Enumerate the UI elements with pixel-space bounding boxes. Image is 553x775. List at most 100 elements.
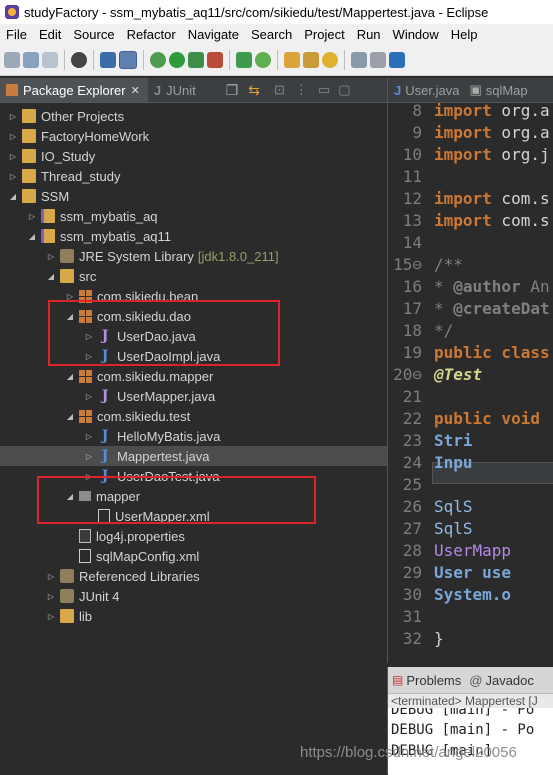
- code-line: public class: [434, 343, 550, 362]
- pin-editor-icon[interactable]: [389, 51, 405, 68]
- tree-item[interactable]: ▷ lib: [0, 606, 387, 626]
- skip-breakpoints-icon[interactable]: [119, 50, 137, 69]
- collapsed-arrow-icon[interactable]: ▷: [27, 211, 37, 221]
- tree-item[interactable]: ▷ ssm_mybatis_aq: [0, 206, 387, 226]
- tab-user-java[interactable]: J User.java: [388, 83, 463, 98]
- tree-item[interactable]: log4j.properties: [0, 526, 387, 546]
- expanded-arrow-icon[interactable]: ◢: [65, 411, 75, 421]
- tree-item[interactable]: ◢ com.sikiedu.mapper: [0, 366, 387, 386]
- new-icon[interactable]: [4, 51, 20, 68]
- collapsed-arrow-icon[interactable]: ▷: [46, 611, 56, 621]
- collapsed-arrow-icon[interactable]: ▷: [84, 431, 94, 441]
- collapsed-arrow-icon[interactable]: ▷: [8, 111, 18, 121]
- tree-item[interactable]: ▷ JUnit 4: [0, 586, 387, 606]
- maximize-icon[interactable]: ▢: [338, 82, 350, 98]
- tab-javadoc[interactable]: @ Javadoc: [465, 673, 538, 688]
- java-file-icon: J: [101, 448, 109, 464]
- code-line: @Test: [434, 365, 483, 384]
- code-line: Stri: [434, 431, 473, 450]
- code-line: SqlS: [434, 497, 473, 516]
- collapsed-arrow-icon[interactable]: ▷: [84, 451, 94, 461]
- close-icon[interactable]: ✕: [131, 84, 140, 97]
- view-menu-icon[interactable]: ⋮: [295, 82, 308, 98]
- menu-file[interactable]: File: [6, 27, 27, 42]
- annotation-icon[interactable]: [351, 51, 367, 68]
- tab-problems[interactable]: ▤ Problems: [388, 673, 465, 688]
- collapsed-arrow-icon[interactable]: ▷: [46, 251, 56, 261]
- tree-item[interactable]: ▷ Thread_study: [0, 166, 387, 186]
- coverage-icon[interactable]: [188, 51, 204, 68]
- new-class-icon[interactable]: [255, 51, 271, 68]
- package-explorer-view: Package Explorer ✕ J JUnit ❐ ⇆ ⊡ ⋮ ▭ ▢ ▷…: [0, 78, 387, 774]
- tab-junit[interactable]: J JUnit: [148, 78, 204, 102]
- collapsed-arrow-icon[interactable]: ▷: [46, 591, 56, 601]
- toggle-mark-icon[interactable]: [370, 51, 386, 68]
- java-file-icon: J: [101, 428, 109, 444]
- expanded-arrow-icon[interactable]: ◢: [8, 191, 18, 201]
- tree-item[interactable]: ◢ SSM: [0, 186, 387, 206]
- interface-file-icon: J: [101, 388, 109, 404]
- console-output[interactable]: DEBUG [main] - Po DEBUG [main] - Po DEBU…: [388, 708, 553, 775]
- tree-item[interactable]: ◢ com.sikiedu.test: [0, 406, 387, 426]
- tab-sqlmap-label: sqlMap: [485, 82, 528, 98]
- tree-item[interactable]: sqlMapConfig.xml: [0, 546, 387, 566]
- tree-item[interactable]: ▷ IO_Study: [0, 146, 387, 166]
- debug-icon[interactable]: [150, 51, 166, 68]
- save-icon[interactable]: [23, 51, 39, 68]
- search-icon[interactable]: [322, 51, 338, 68]
- line-number: 26: [402, 497, 422, 516]
- external-tools-icon[interactable]: [207, 51, 223, 68]
- tab-package-explorer[interactable]: Package Explorer ✕: [0, 78, 148, 102]
- tree-item[interactable]: ▷ Referenced Libraries: [0, 566, 387, 586]
- tab-javadoc-label: Javadoc: [485, 672, 534, 688]
- open-task-icon[interactable]: [303, 51, 319, 68]
- expanded-arrow-icon[interactable]: ◢: [46, 271, 56, 281]
- new-java-project-icon[interactable]: [236, 51, 252, 68]
- link-with-editor-icon[interactable]: ⇆: [248, 82, 260, 99]
- expanded-arrow-icon[interactable]: ◢: [27, 231, 37, 241]
- tree-item[interactable]: ▷ Other Projects: [0, 106, 387, 126]
- menu-project[interactable]: Project: [304, 27, 344, 42]
- collapse-all-icon[interactable]: ❐: [226, 82, 239, 99]
- console-status: <terminated> Mappertest [J: [388, 694, 553, 708]
- tab-sqlmap[interactable]: ▣ sqlMap: [463, 82, 531, 98]
- tree-item[interactable]: ◢ src: [0, 266, 387, 286]
- run-icon[interactable]: [169, 51, 185, 68]
- profile-icon[interactable]: [71, 51, 87, 68]
- minimize-icon[interactable]: ▭: [318, 82, 330, 98]
- menu-navigate[interactable]: Navigate: [188, 27, 239, 42]
- menu-search[interactable]: Search: [251, 27, 292, 42]
- expanded-arrow-icon[interactable]: ◢: [65, 371, 75, 381]
- focus-icon[interactable]: ⊡: [274, 82, 285, 98]
- code-line: */: [434, 321, 454, 340]
- junit-icon: J: [153, 82, 162, 98]
- tree-item[interactable]: ▷ FactoryHomeWork: [0, 126, 387, 146]
- code-line: Inpu: [434, 453, 473, 472]
- tree-item[interactable]: ▷ J HelloMyBatis.java: [0, 426, 387, 446]
- tree-item[interactable]: ▷ JRE System Library [jdk1.8.0_211]: [0, 246, 387, 266]
- tree-item[interactable]: ▷ J Mappertest.java: [0, 446, 387, 466]
- collapsed-arrow-icon[interactable]: ▷: [8, 131, 18, 141]
- menu-help[interactable]: Help: [451, 27, 478, 42]
- tree-item-label: HelloMyBatis.java: [117, 428, 221, 444]
- tab-package-explorer-label: Package Explorer: [23, 82, 126, 98]
- toolbar-separator: [277, 49, 278, 70]
- line-number: 20⊖: [393, 365, 422, 384]
- monitor-icon[interactable]: [100, 51, 116, 68]
- menu-refactor[interactable]: Refactor: [127, 27, 176, 42]
- collapsed-arrow-icon[interactable]: ▷: [84, 391, 94, 401]
- line-number: 17: [402, 299, 422, 318]
- menu-run[interactable]: Run: [357, 27, 381, 42]
- collapsed-arrow-icon[interactable]: ▷: [46, 571, 56, 581]
- open-type-icon[interactable]: [284, 51, 300, 68]
- collapsed-arrow-icon[interactable]: ▷: [8, 151, 18, 161]
- save-all-icon[interactable]: [42, 51, 58, 68]
- javadoc-icon: @: [469, 672, 483, 688]
- menu-window[interactable]: Window: [393, 27, 439, 42]
- tree-item[interactable]: ▷ J UserMapper.java: [0, 386, 387, 406]
- line-number: 9: [412, 123, 422, 142]
- menu-source[interactable]: Source: [73, 27, 114, 42]
- menu-edit[interactable]: Edit: [39, 27, 61, 42]
- collapsed-arrow-icon[interactable]: ▷: [8, 171, 18, 181]
- tree-item[interactable]: ◢ ssm_mybatis_aq11: [0, 226, 387, 246]
